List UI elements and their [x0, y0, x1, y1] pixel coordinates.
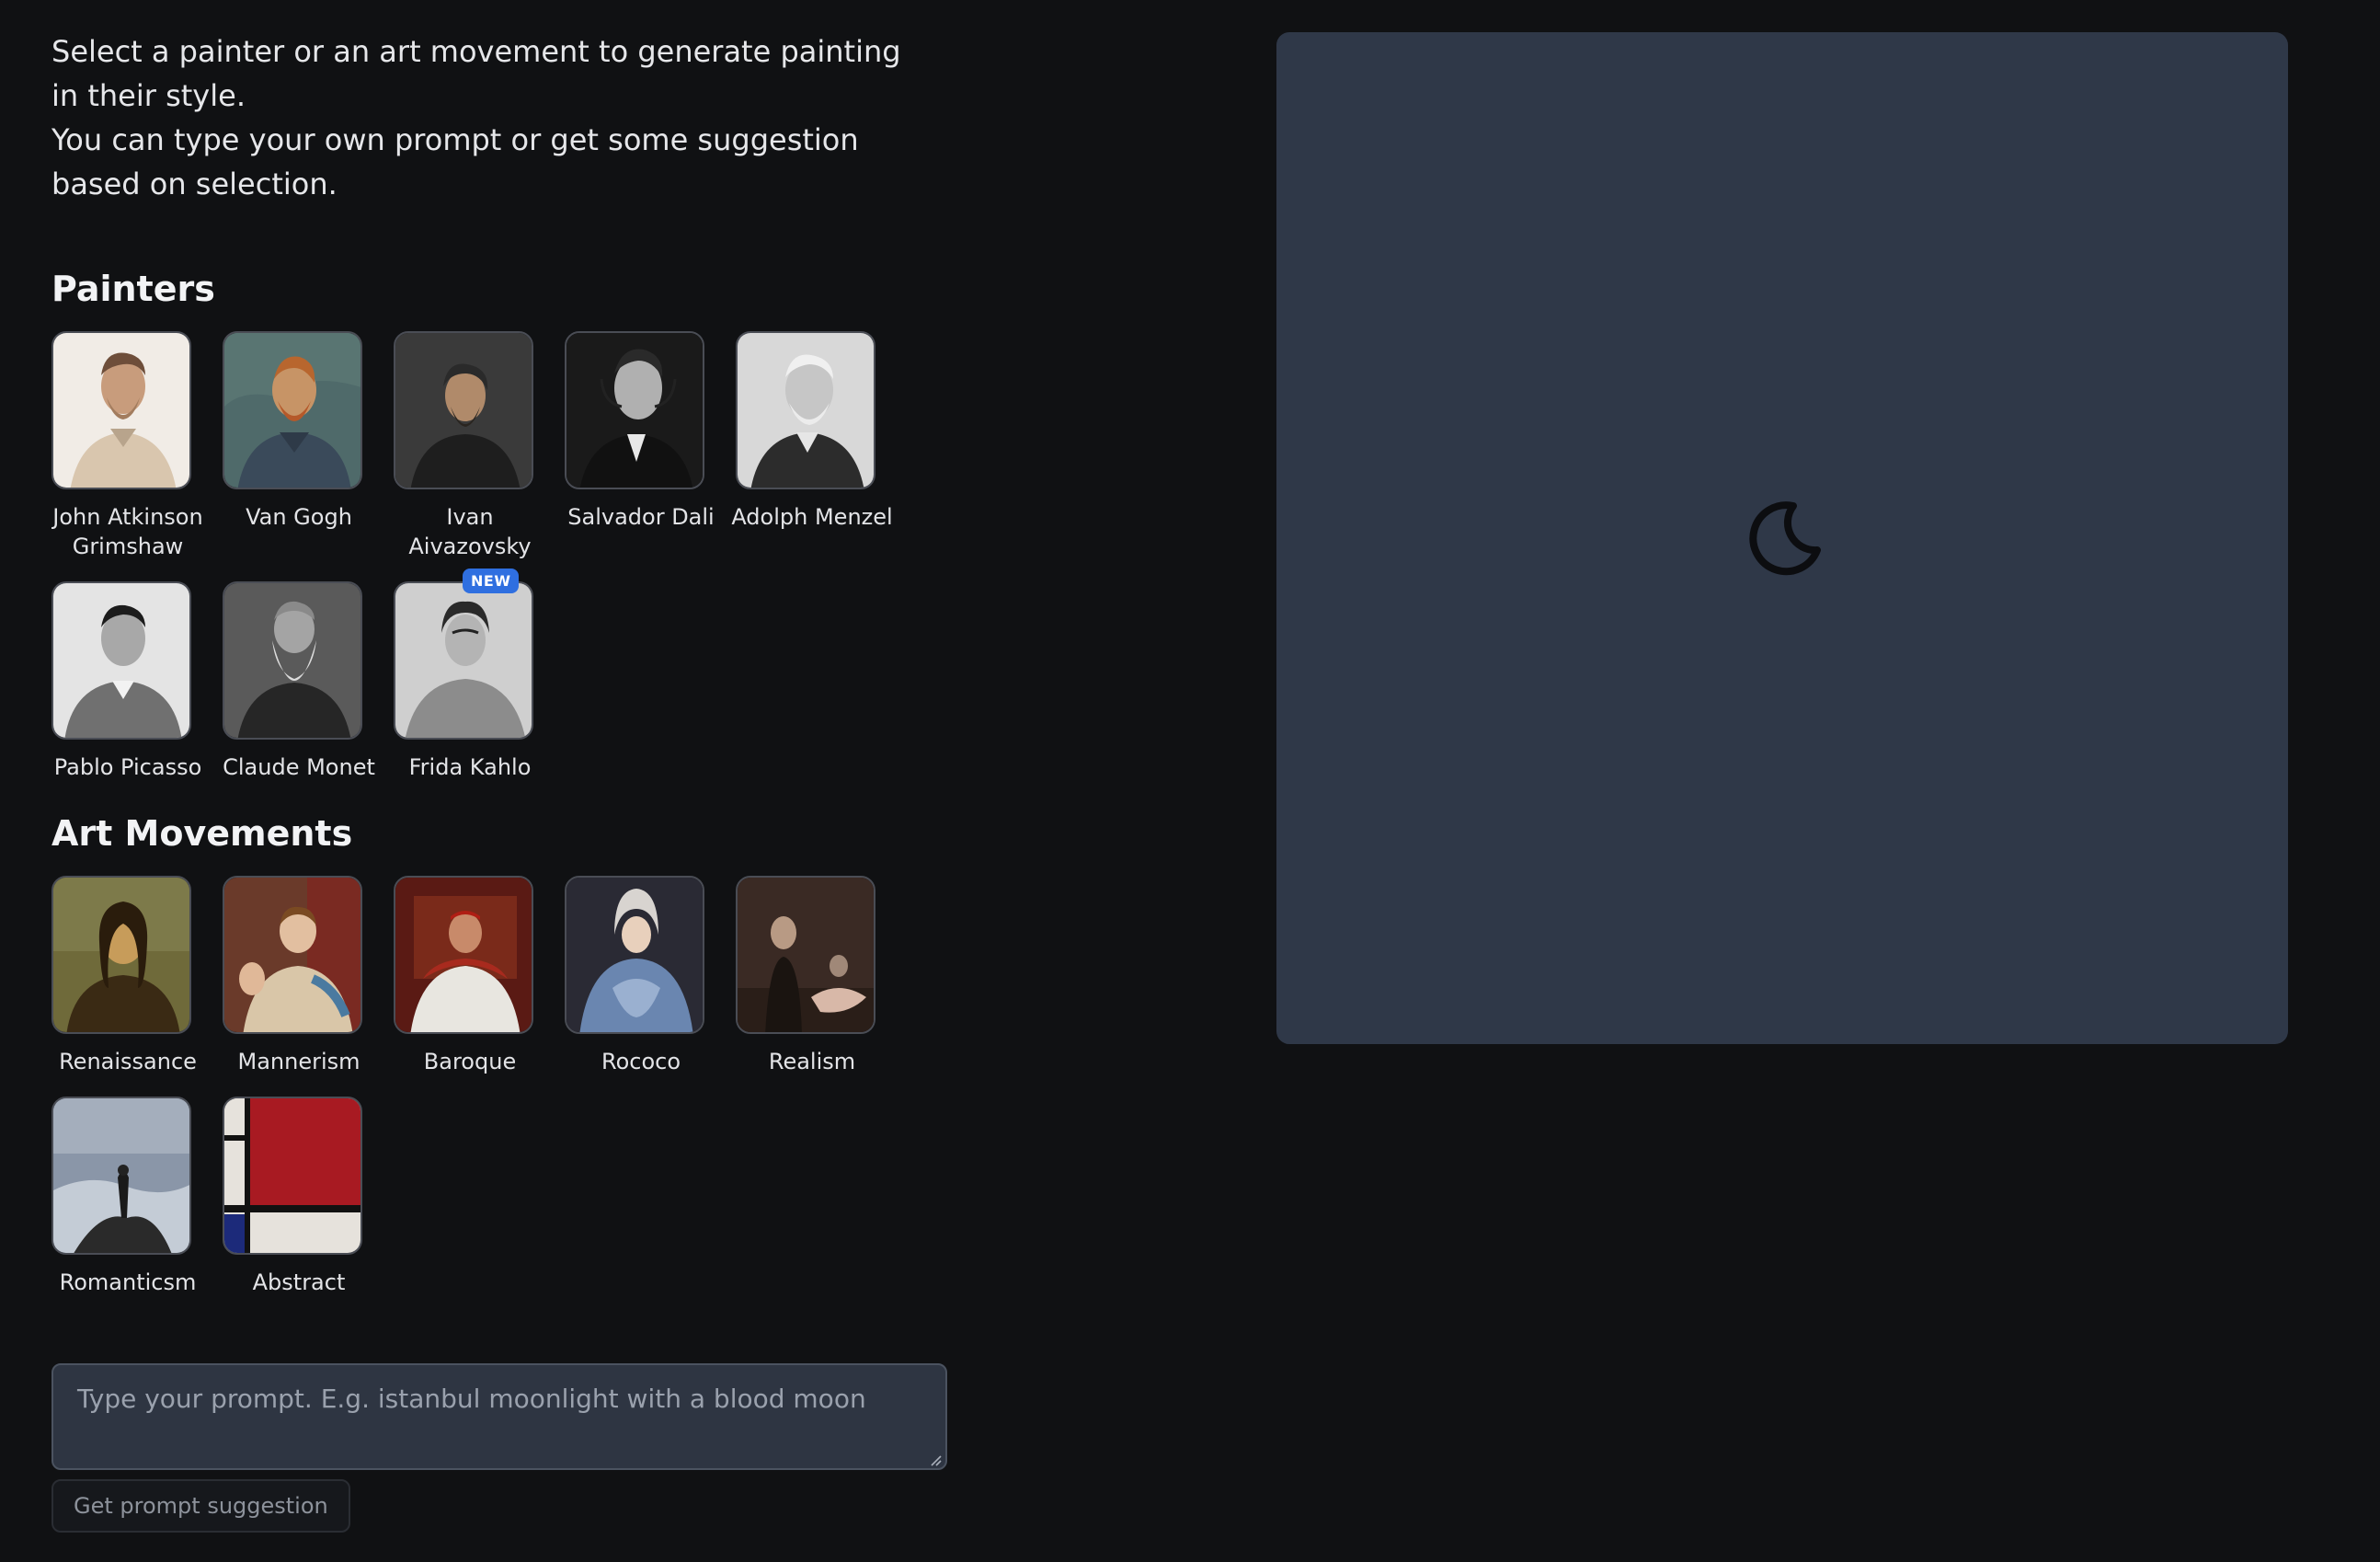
prompt-input[interactable]: [51, 1363, 947, 1470]
portrait-monet-icon: [223, 581, 362, 740]
movement-label: Romanticsm: [59, 1269, 197, 1295]
movement-card-mannerism[interactable]: Mannerism: [213, 876, 384, 1076]
painter-card-van-gogh[interactable]: Van Gogh: [213, 331, 384, 532]
painting-renaissance-icon: [51, 876, 191, 1034]
movement-card-romanticism[interactable]: Romanticsm: [42, 1097, 213, 1297]
movement-card-baroque[interactable]: Baroque: [384, 876, 555, 1076]
get-prompt-suggestion-button[interactable]: Get prompt suggestion: [51, 1479, 350, 1533]
painting-abstract-icon: [223, 1097, 362, 1255]
painter-card-grimshaw[interactable]: John Atkinson Grimshaw: [42, 331, 213, 561]
painter-label: Pablo Picasso: [53, 754, 202, 780]
movement-card-abstract[interactable]: Abstract: [213, 1097, 384, 1297]
movement-card-renaissance[interactable]: Renaissance: [42, 876, 213, 1076]
movement-label: Mannerism: [237, 1049, 360, 1074]
portrait-dali-icon: [565, 331, 704, 489]
movement-label: Baroque: [423, 1049, 517, 1074]
painter-label: Van Gogh: [246, 504, 352, 530]
movement-label: Rococo: [601, 1049, 681, 1074]
painting-mannerism-icon: [223, 876, 362, 1034]
painter-label: John Atkinson Grimshaw: [52, 504, 203, 559]
painter-card-aivazovsky[interactable]: Ivan Aivazovsky: [384, 331, 555, 561]
painter-card-monet[interactable]: Claude Monet: [213, 581, 384, 782]
painters-heading: Painters: [51, 269, 215, 309]
movement-label: Realism: [768, 1049, 856, 1074]
painter-label: Frida Kahlo: [408, 754, 532, 780]
painting-rococo-icon: [565, 876, 704, 1034]
portrait-menzel-icon: [736, 331, 875, 489]
portrait-kahlo-icon: [394, 581, 533, 740]
portrait-aivazovsky-icon: [394, 331, 533, 489]
intro-line-1: Select a painter or an art movement to g…: [51, 34, 901, 113]
painter-label: Ivan Aivazovsky: [408, 504, 532, 559]
movement-label: Abstract: [252, 1269, 346, 1295]
painter-card-kahlo[interactable]: Frida Kahlo: [384, 581, 555, 782]
art-movements-heading: Art Movements: [51, 813, 353, 854]
intro-text: Select a painter or an art movement to g…: [51, 29, 934, 206]
movement-label: Renaissance: [59, 1049, 197, 1074]
intro-line-2: You can type your own prompt or get some…: [51, 122, 859, 201]
portrait-van-gogh-icon: [223, 331, 362, 489]
movement-card-realism[interactable]: Realism: [727, 876, 898, 1076]
movement-card-rococo[interactable]: Rococo: [555, 876, 727, 1076]
new-badge: NEW: [463, 569, 520, 593]
painter-label: Adolph Menzel: [731, 504, 893, 530]
moon-icon: [1745, 499, 1823, 576]
resize-handle-icon[interactable]: [929, 1453, 942, 1466]
painter-card-menzel[interactable]: Adolph Menzel: [727, 331, 898, 532]
portrait-grimshaw-icon: [51, 331, 191, 489]
painter-label: Salvador Dali: [567, 504, 715, 530]
painter-card-dali[interactable]: Salvador Dali: [555, 331, 727, 532]
painter-card-picasso[interactable]: Pablo Picasso: [42, 581, 213, 782]
painting-baroque-icon: [394, 876, 533, 1034]
painting-romanticism-icon: [51, 1097, 191, 1255]
portrait-picasso-icon: [51, 581, 191, 740]
painter-label: Claude Monet: [223, 754, 375, 780]
painting-realism-icon: [736, 876, 875, 1034]
